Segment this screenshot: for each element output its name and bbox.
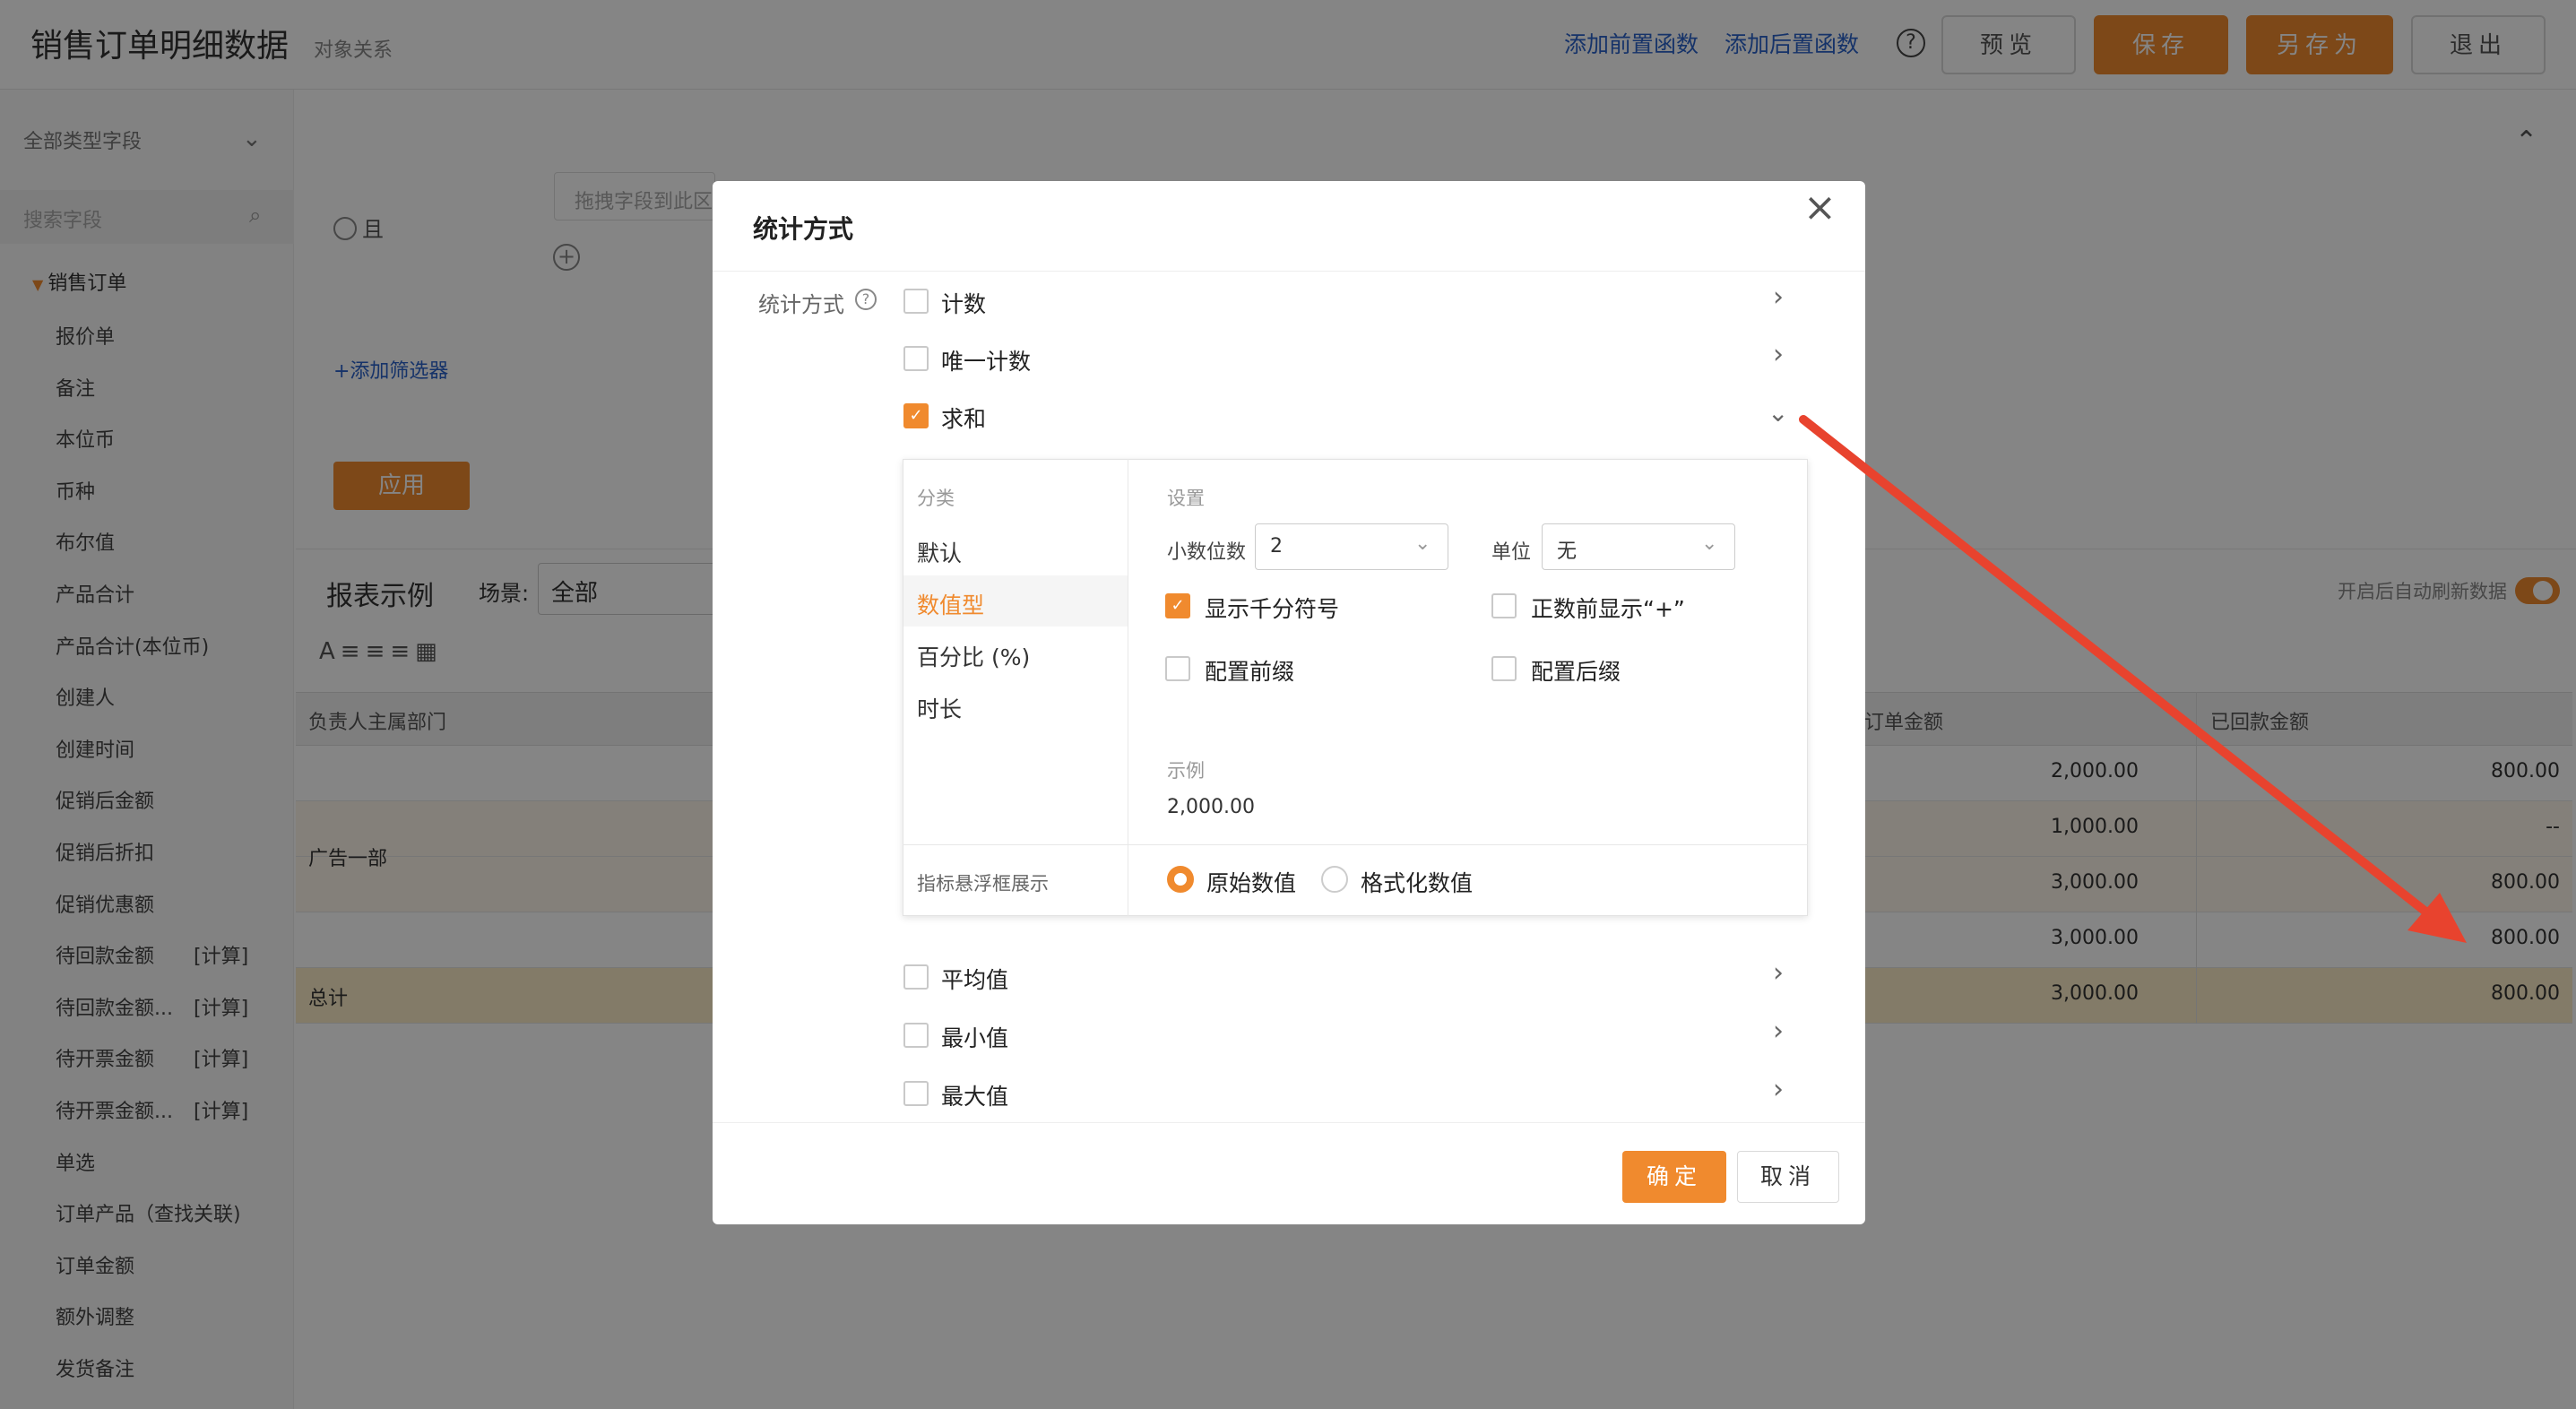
raw-value-label[interactable]: 原始数值 — [1206, 866, 1296, 898]
option-max-label[interactable]: 最大值 — [941, 1079, 1008, 1111]
close-icon[interactable]: × — [1803, 185, 1837, 230]
cancel-button[interactable]: 取消 — [1737, 1151, 1839, 1203]
checkbox-sum[interactable]: ✓ — [903, 403, 929, 428]
dialog-title: 统计方式 — [753, 214, 854, 244]
category-numeric[interactable]: 数值型 — [917, 588, 984, 620]
formatted-value-label[interactable]: 格式化数值 — [1361, 866, 1473, 898]
category-default[interactable]: 默认 — [917, 536, 962, 568]
radio-raw-value[interactable] — [1167, 866, 1194, 893]
unit-label: 单位 — [1491, 541, 1532, 564]
option-average-label[interactable]: 平均值 — [941, 963, 1008, 995]
checkbox-count[interactable] — [903, 289, 929, 314]
dialog-header-divider — [713, 271, 1865, 272]
option-count-label[interactable]: 计数 — [941, 287, 986, 319]
checkbox-min[interactable] — [903, 1023, 929, 1048]
category-duration[interactable]: 时长 — [917, 692, 962, 724]
checkbox-suffix[interactable] — [1491, 656, 1517, 681]
checkbox-prefix[interactable] — [1165, 656, 1190, 681]
chevron-down-icon: ⌄ — [1414, 532, 1431, 555]
question-icon[interactable]: ? — [855, 289, 877, 310]
suffix-label[interactable]: 配置后缀 — [1531, 654, 1621, 687]
confirm-button[interactable]: 确定 — [1622, 1151, 1726, 1203]
checkbox-thousands-separator[interactable]: ✓ — [1165, 593, 1190, 618]
checkbox-max[interactable] — [903, 1081, 929, 1106]
prefix-label[interactable]: 配置前缀 — [1205, 654, 1294, 687]
chevron-right-icon[interactable]: › — [1773, 1016, 1784, 1047]
example-value: 2,000.00 — [1167, 796, 1255, 818]
example-header: 示例 — [1167, 760, 1205, 782]
radio-formatted-value[interactable] — [1321, 866, 1348, 893]
settings-header: 设置 — [1167, 488, 1205, 509]
chevron-right-icon[interactable]: › — [1773, 281, 1784, 313]
thousands-separator-label[interactable]: 显示千分符号 — [1205, 592, 1339, 624]
panel-divider — [903, 844, 1808, 845]
checkbox-plus-sign[interactable] — [1491, 593, 1517, 618]
chevron-right-icon[interactable]: › — [1773, 1074, 1784, 1105]
option-sum-label[interactable]: 求和 — [941, 402, 986, 434]
tooltip-display-label: 指标悬浮框展示 — [917, 873, 1049, 895]
option-min-label[interactable]: 最小值 — [941, 1021, 1008, 1053]
chevron-right-icon[interactable]: › — [1773, 339, 1784, 370]
category-header: 分类 — [917, 488, 955, 509]
stat-method-label: 统计方式 — [758, 292, 844, 317]
chevron-down-icon: ⌄ — [1701, 532, 1718, 555]
plus-sign-label[interactable]: 正数前显示“+” — [1531, 592, 1685, 624]
chevron-down-icon[interactable]: ⌄ — [1768, 398, 1788, 428]
decimals-label: 小数位数 — [1167, 541, 1247, 564]
dialog-footer-divider — [713, 1122, 1865, 1123]
checkbox-distinct-count[interactable] — [903, 346, 929, 371]
checkbox-average[interactable] — [903, 964, 929, 990]
option-distinct-count-label[interactable]: 唯一计数 — [941, 344, 1031, 376]
chevron-right-icon[interactable]: › — [1773, 957, 1784, 989]
category-percent[interactable]: 百分比 (%) — [917, 640, 1030, 672]
